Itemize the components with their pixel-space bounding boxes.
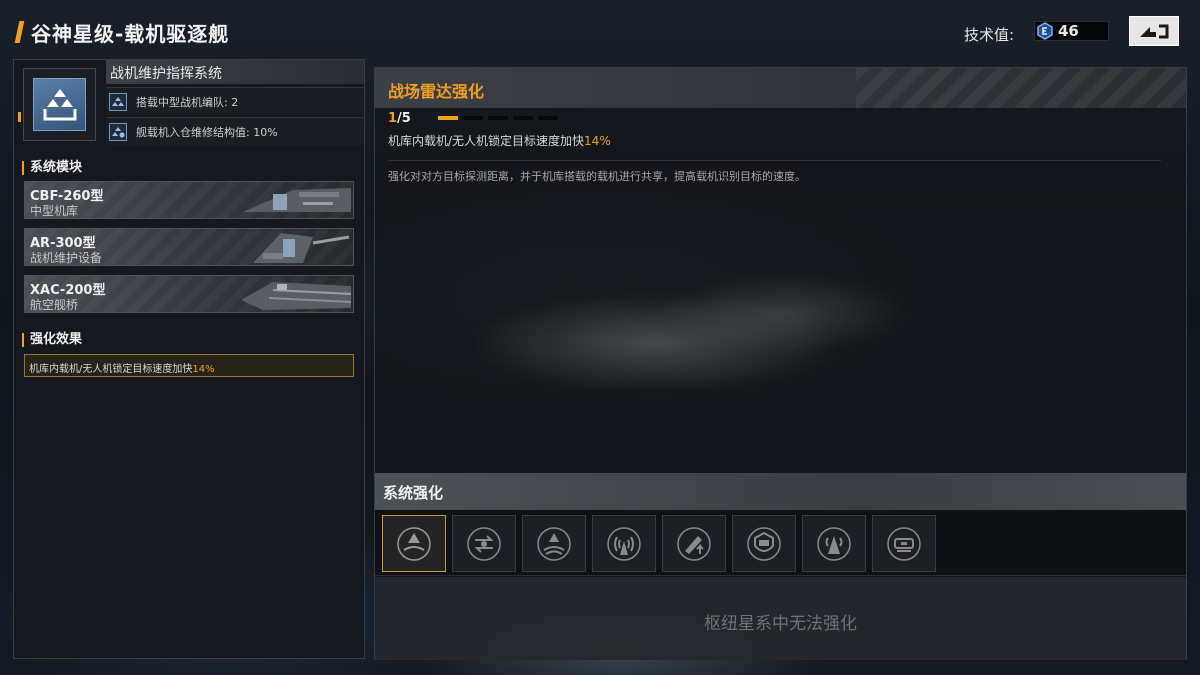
effect-summary-text: 机库内载机/无人机锁定目标速度加快 bbox=[29, 364, 193, 375]
enhancement-header: 系统强化 bbox=[375, 473, 1186, 510]
sync-icon bbox=[467, 526, 501, 561]
level-pip bbox=[538, 116, 558, 120]
level-pip bbox=[463, 116, 483, 120]
back-arrow-icon bbox=[1140, 24, 1169, 39]
shield-repair-icon bbox=[747, 526, 781, 561]
level-current: 1 bbox=[388, 111, 398, 126]
enhancement-slot-radar[interactable] bbox=[382, 515, 446, 572]
enhancement-title: 系统强化 bbox=[383, 484, 444, 502]
level-pip bbox=[513, 116, 533, 120]
repair-stat-icon bbox=[109, 123, 127, 141]
modules-heading: 系统模块 bbox=[22, 161, 82, 175]
stat-text: 舰载机入仓维修结构值: 10% bbox=[136, 126, 278, 139]
strike-up-icon bbox=[677, 526, 711, 561]
effect-summary: 机库内载机/无人机锁定目标速度加快14% bbox=[24, 354, 354, 377]
upgrade-level: 1/5 bbox=[388, 111, 411, 126]
enhancement-slot-antenna[interactable] bbox=[592, 515, 656, 572]
tech-value-label: 技术值: bbox=[964, 26, 1015, 44]
level-pip bbox=[438, 116, 458, 120]
upgrade-effect-text: 机库内载机/无人机锁定目标速度加快 bbox=[388, 134, 585, 148]
antenna-icon bbox=[607, 526, 641, 561]
selected-marker bbox=[18, 112, 21, 122]
upgrade-effect: 机库内载机/无人机锁定目标速度加快14% bbox=[388, 132, 611, 149]
tech-crystal-icon bbox=[1037, 22, 1053, 40]
lock-on-icon bbox=[537, 526, 571, 561]
beacon-icon bbox=[817, 526, 851, 561]
bridge-module-art bbox=[241, 282, 352, 310]
locked-area: 枢纽星系中无法强化 bbox=[375, 577, 1186, 660]
left-panel: 战机维护指挥系统 搭载中型战机编队: 2 舰载机入仓维修结构值: 10% 系统模… bbox=[13, 59, 365, 659]
right-panel: 战场雷达强化 1/5 机库内载机/无人机锁定目标速度加快14% 强化对对方目标探… bbox=[374, 67, 1187, 660]
level-pip bbox=[488, 116, 508, 120]
hangar-stat-icon bbox=[109, 93, 127, 111]
enhancement-slot-beacon[interactable] bbox=[802, 515, 866, 572]
effect-summary-value: 14% bbox=[192, 364, 215, 375]
radar-boost-icon bbox=[397, 526, 431, 561]
back-button[interactable] bbox=[1129, 16, 1179, 46]
divider bbox=[388, 160, 1161, 161]
module-type: 航空舰桥 bbox=[30, 298, 79, 312]
module-type: 中型机库 bbox=[30, 204, 79, 218]
system-name: 战机维护指挥系统 bbox=[110, 66, 222, 82]
enhancement-slot-sync[interactable] bbox=[452, 515, 516, 572]
module-card-xac200[interactable]: XAC-200型 航空舰桥 bbox=[24, 275, 354, 313]
enhancement-slot-shield[interactable] bbox=[732, 515, 796, 572]
ship-preview bbox=[375, 218, 1186, 473]
level-max: /5 bbox=[397, 111, 411, 126]
vehicle-icon bbox=[887, 526, 921, 561]
locked-message: 枢纽星系中无法强化 bbox=[704, 614, 857, 634]
upgrade-effect-value: 14% bbox=[584, 134, 611, 148]
system-icon-frame bbox=[18, 68, 96, 141]
module-card-ar300[interactable]: AR-300型 战机维护设备 bbox=[24, 228, 354, 266]
hangar-icon bbox=[43, 89, 77, 121]
stat-row: 搭载中型战机编队: 2 bbox=[106, 87, 364, 115]
tech-value: 46 bbox=[1058, 22, 1079, 40]
enhancement-slots bbox=[375, 510, 1186, 576]
enhancement-slot-strike[interactable] bbox=[662, 515, 726, 572]
system-icon bbox=[33, 78, 86, 131]
stat-row: 舰载机入仓维修结构值: 10% bbox=[106, 117, 364, 145]
maintenance-module-art bbox=[253, 233, 350, 263]
page-title: 谷神星级-载机驱逐舰 bbox=[31, 22, 230, 46]
stat-text: 搭载中型战机编队: 2 bbox=[136, 96, 239, 109]
upgrade-header: 战场雷达强化 bbox=[375, 68, 1186, 108]
upgrade-description: 强化对对方目标探测距离，并于机库搭载的载机进行共享，提高载机识别目标的速度。 bbox=[388, 170, 806, 183]
enhancement-slot-lock-on[interactable] bbox=[522, 515, 586, 572]
effects-heading: 强化效果 bbox=[22, 333, 82, 347]
module-type: 战机维护设备 bbox=[30, 251, 103, 265]
upgrade-title: 战场雷达强化 bbox=[388, 82, 485, 101]
system-card: 战机维护指挥系统 搭载中型战机编队: 2 舰载机入仓维修结构值: 10% bbox=[14, 60, 364, 150]
hangar-module-art bbox=[243, 188, 351, 212]
module-card-cbf260[interactable]: CBF-260型 中型机库 bbox=[24, 181, 354, 219]
enhancement-slot-vehicle[interactable] bbox=[872, 515, 936, 572]
